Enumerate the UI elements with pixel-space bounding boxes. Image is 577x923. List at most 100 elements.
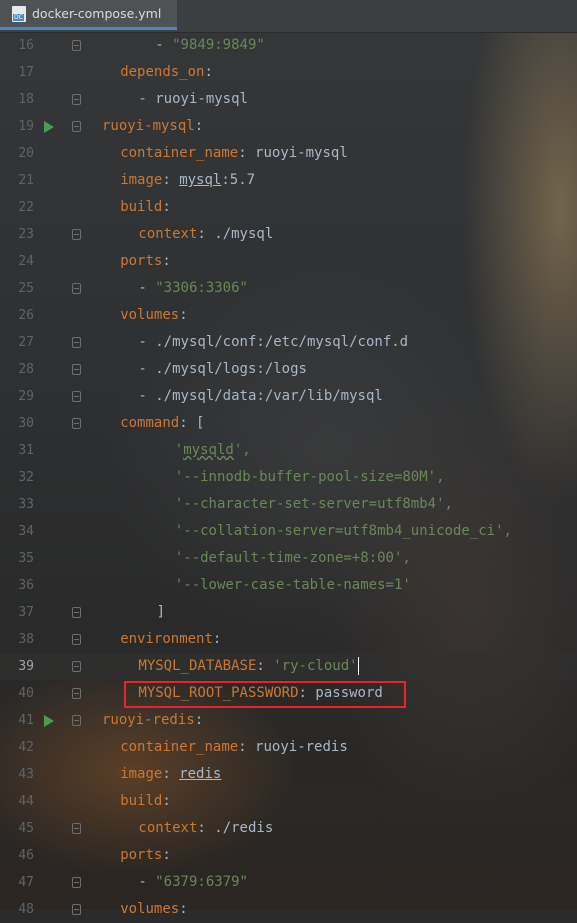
fold-marker-icon[interactable] [72, 364, 81, 375]
code-token: build [120, 793, 163, 809]
code-token: context [138, 226, 198, 242]
code-line[interactable]: 21 image: mysql:5.7 [0, 167, 577, 194]
code-token: : [162, 793, 171, 809]
line-number: 18 [18, 92, 34, 107]
code-line[interactable]: 35 '--default-time-zone=+8:00', [0, 545, 577, 572]
code-line[interactable]: 38 environment: [0, 626, 577, 653]
line-number: 26 [18, 308, 34, 323]
code-line[interactable]: 27 - ./mysql/conf:/etc/mysql/conf.d [0, 329, 577, 356]
code-line[interactable]: 45 context: ./redis [0, 815, 577, 842]
code-line[interactable]: 36 '--lower-case-table-names=1' [0, 572, 577, 599]
fold-marker-icon[interactable] [72, 94, 81, 105]
code-token: :5.7 [221, 172, 256, 188]
code-line[interactable]: 20 container_name: ruoyi-mysql [0, 140, 577, 167]
code-line[interactable]: 46 ports: [0, 842, 577, 869]
code-token: : [162, 847, 171, 863]
code-line[interactable]: 22 build: [0, 194, 577, 221]
line-number: 25 [18, 281, 34, 296]
code-line[interactable]: 31 'mysqld', [0, 437, 577, 464]
fold-marker-icon[interactable] [72, 121, 81, 132]
code-text: context: ./redis [138, 815, 273, 842]
code-line[interactable]: 41 ruoyi-redis: [0, 707, 577, 734]
code-line[interactable]: 47 - "6379:6379" [0, 869, 577, 896]
fold-marker-icon[interactable] [72, 823, 81, 834]
line-number: 23 [18, 227, 34, 242]
code-token: '--innodb-buffer-pool-size=80M', [174, 469, 445, 485]
code-token: MYSQL_DATABASE [138, 658, 257, 674]
code-text: '--lower-case-table-names=1' [175, 572, 411, 599]
line-number: 33 [18, 497, 34, 512]
fold-marker-icon[interactable] [72, 607, 81, 618]
line-number: 44 [18, 794, 34, 809]
code-line[interactable]: 42 container_name: ruoyi-redis [0, 734, 577, 761]
code-line[interactable]: 44 build: [0, 788, 577, 815]
code-line[interactable]: 34 '--collation-server=utf8mb4_unicode_ci… [0, 518, 577, 545]
code-line[interactable]: 48 volumes: [0, 896, 577, 923]
line-number: 17 [18, 65, 34, 80]
code-line[interactable]: 25 - "3306:3306" [0, 275, 577, 302]
fold-marker-icon[interactable] [72, 283, 81, 294]
code-text: build: [120, 788, 171, 815]
code-token: "3306:3306" [155, 280, 248, 296]
code-token: : ruoyi-redis [238, 739, 348, 755]
code-token: ] [156, 604, 166, 620]
code-line[interactable]: 17 depends_on: [0, 59, 577, 86]
code-text: '--collation-server=utf8mb4_unicode_ci', [175, 518, 512, 545]
code-line[interactable]: 32 '--innodb-buffer-pool-size=80M', [0, 464, 577, 491]
fold-marker-icon[interactable] [72, 688, 81, 699]
line-number: 19 [18, 119, 34, 134]
code-text: ports: [120, 248, 171, 275]
code-line[interactable]: 18 - ruoyi-mysql [0, 86, 577, 113]
code-line[interactable]: 37] [0, 599, 577, 626]
code-line[interactable]: 43 image: redis [0, 761, 577, 788]
code-line[interactable]: 19 ruoyi-mysql: [0, 113, 577, 140]
run-gutter-icon[interactable] [44, 121, 54, 133]
code-text: image: mysql:5.7 [120, 167, 255, 194]
line-number: 32 [18, 470, 34, 485]
code-token: - [138, 874, 156, 890]
code-text: depends_on: [120, 59, 213, 86]
run-gutter-icon[interactable] [44, 715, 54, 727]
fold-marker-icon[interactable] [72, 877, 81, 888]
code-line[interactable]: 39 MYSQL_DATABASE: 'ry-cloud' [0, 653, 577, 680]
fold-marker-icon[interactable] [72, 418, 81, 429]
code-line[interactable]: 24 ports: [0, 248, 577, 275]
code-line[interactable]: 23 context: ./mysql [0, 221, 577, 248]
code-token: "9849:9849" [172, 37, 265, 53]
code-token: 'ry-cloud' [273, 658, 358, 674]
fold-marker-icon[interactable] [72, 715, 81, 726]
code-text: '--innodb-buffer-pool-size=80M', [175, 464, 445, 491]
code-line[interactable]: 28 - ./mysql/logs:/logs [0, 356, 577, 383]
code-token: : [ [179, 415, 205, 431]
code-text: command: [ [120, 410, 204, 437]
code-token: ruoyi-redis [102, 712, 195, 728]
code-line[interactable]: 33 '--character-set-server=utf8mb4', [0, 491, 577, 518]
code-token: container_name [120, 739, 239, 755]
code-line[interactable]: 16 - "9849:9849" [0, 32, 577, 59]
fold-marker-icon[interactable] [72, 229, 81, 240]
code-line[interactable]: 26 volumes: [0, 302, 577, 329]
code-text: '--default-time-zone=+8:00', [175, 545, 411, 572]
code-token: image [120, 766, 163, 782]
fold-marker-icon[interactable] [72, 40, 81, 51]
code-text: volumes: [120, 896, 187, 923]
code-token: ', [233, 442, 251, 458]
code-token: ports [120, 253, 163, 269]
code-token: container_name [120, 145, 239, 161]
code-line[interactable]: 30 command: [ [0, 410, 577, 437]
fold-marker-icon[interactable] [72, 337, 81, 348]
fold-marker-icon[interactable] [72, 904, 81, 915]
code-text: - "9849:9849" [138, 32, 265, 59]
fold-marker-icon[interactable] [72, 634, 81, 645]
code-line[interactable]: 29 - ./mysql/data:/var/lib/mysql [0, 383, 577, 410]
code-token: - ruoyi-mysql [138, 91, 248, 107]
code-text: ruoyi-mysql: [102, 113, 203, 140]
fold-marker-icon[interactable] [72, 661, 81, 672]
line-number: 47 [18, 875, 34, 890]
code-token: : ./redis [197, 820, 274, 836]
fold-marker-icon[interactable] [72, 391, 81, 402]
tab-docker-compose[interactable]: DC docker-compose.yml [0, 0, 177, 30]
code-editor[interactable]: 16 - "9849:9849" 17 depends_on: 18 - ruoyi-m… [0, 32, 577, 917]
code-token: : ./mysql [197, 226, 274, 242]
